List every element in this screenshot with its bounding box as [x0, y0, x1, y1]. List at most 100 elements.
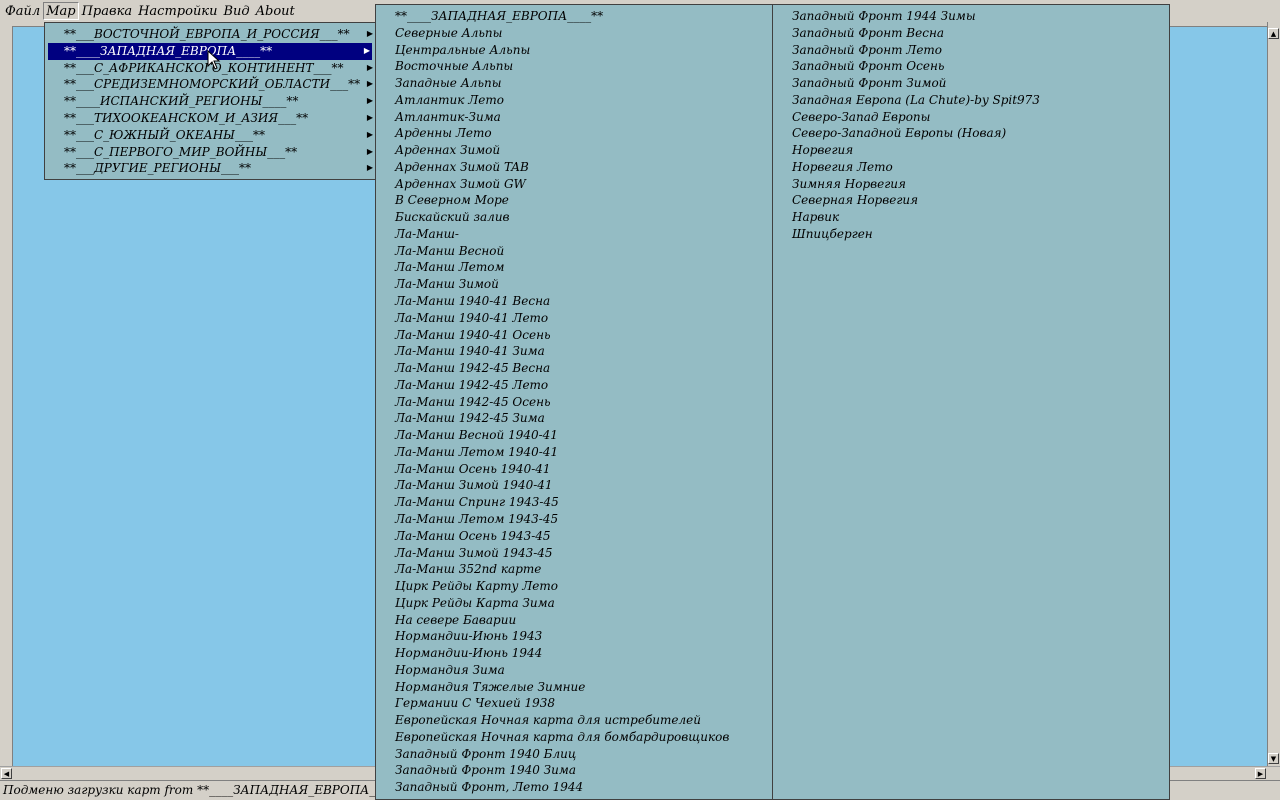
map-menu-item[interactable]: Ла-Манш Зимой 1940-41	[376, 477, 772, 494]
map-menu-item[interactable]: Нормандия Зима	[376, 662, 772, 679]
map-menu-item[interactable]: Нарвик	[773, 209, 1169, 226]
menu-item-label: **___ВОСТОЧНОЙ_ЕВРОПА_И_РОССИЯ___**	[64, 27, 350, 41]
map-menu-item[interactable]: Ла-Манш 1942-45 Лето	[376, 377, 772, 394]
map-menu-item[interactable]: Западный Фронт 1940 Блиц	[376, 746, 772, 763]
map-menu-item[interactable]: Зимняя Норвегия	[773, 176, 1169, 193]
scroll-down-button[interactable]: ▼	[1268, 753, 1279, 764]
map-menu-item[interactable]: Арденнах Зимой TAB	[376, 159, 772, 176]
map-menu-item[interactable]: Ла-Манш Летом 1940-41	[376, 444, 772, 461]
map-menu-item[interactable]: Цирк Рейды Карту Лето	[376, 578, 772, 595]
map-menu-item[interactable]: Ла-Манш Весной	[376, 243, 772, 260]
map-menu-item[interactable]: Нормандии-Июнь 1944	[376, 645, 772, 662]
submenu-arrow-icon: ▶	[366, 129, 373, 139]
map-menu-item[interactable]: **____ЗАПАДНАЯ_ЕВРОПА____**	[376, 8, 772, 25]
map-menu-item[interactable]: Ла-Манш Летом 1943-45	[376, 511, 772, 528]
map-menu-item[interactable]: Ла-Манш 1940-41 Зима	[376, 343, 772, 360]
western-europe-submenu-column-2: Западный Фронт 1944 Зимы Западный Фронт В…	[772, 4, 1170, 800]
map-menu-item[interactable]: Центральные Альпы	[376, 42, 772, 59]
menu-file[interactable]: Файл	[2, 2, 43, 20]
menu-item-world-war-one[interactable]: **___С_ПЕРВОГО_МИР_ВОЙНЫ___** ▶	[45, 144, 375, 161]
map-menu-item[interactable]: Северная Норвегия	[773, 192, 1169, 209]
mouse-pointer-icon	[207, 50, 221, 70]
map-menu-item[interactable]: Северо-Западной Европы (Новая)	[773, 125, 1169, 142]
map-menu-item[interactable]: Ла-Манш 1942-45 Весна	[376, 360, 772, 377]
map-menu-item[interactable]: На севере Баварии	[376, 612, 772, 629]
map-menu-item[interactable]: Ла-Манш Осень 1940-41	[376, 461, 772, 478]
map-menu-item[interactable]: Арденны Лето	[376, 125, 772, 142]
map-menu-item[interactable]: Западный Фронт Весна	[773, 25, 1169, 42]
menu-item-other-regions[interactable]: **___ДРУГИЕ_РЕГИОНЫ___** ▶	[45, 160, 375, 177]
menu-item-eastern-europe[interactable]: **___ВОСТОЧНОЙ_ЕВРОПА_И_РОССИЯ___** ▶	[45, 26, 375, 43]
map-menu-item[interactable]: В Северном Море	[376, 192, 772, 209]
map-menu-item[interactable]: Европейская Ночная карта для истребителе…	[376, 712, 772, 729]
map-menu-item[interactable]: Ла-Манш 1940-41 Осень	[376, 327, 772, 344]
map-menu-item[interactable]: Норвегия	[773, 142, 1169, 159]
left-edge	[0, 22, 12, 780]
map-menu-item[interactable]: Ла-Манш-	[376, 226, 772, 243]
map-menu-item[interactable]: Ла-Манш Весной 1940-41	[376, 427, 772, 444]
map-menu-item[interactable]: Восточные Альпы	[376, 58, 772, 75]
menu-item-label: **___ТИХООКЕАНСКОМ_И_АЗИЯ___**	[64, 110, 309, 125]
status-text: Подменю загрузки карт from **____ЗАПАДНА…	[3, 783, 406, 797]
map-menu-item[interactable]: Бискайский залив	[376, 209, 772, 226]
map-menu-item[interactable]: Атлантик Лето	[376, 92, 772, 109]
menu-view[interactable]: Вид	[220, 2, 252, 20]
map-dropdown-menu: **___ВОСТОЧНОЙ_ЕВРОПА_И_РОССИЯ___** ▶ **…	[44, 22, 376, 180]
map-menu-item[interactable]: Ла-Манш 1940-41 Лето	[376, 310, 772, 327]
map-menu-item[interactable]: Ла-Манш 1942-45 Зима	[376, 410, 772, 427]
scroll-left-button[interactable]: ◀	[1, 768, 12, 779]
submenu-arrow-icon: ▶	[366, 96, 373, 106]
menu-item-label: **___СРЕДИЗЕМНОМОРСКИЙ_ОБЛАСТИ___**	[64, 77, 361, 92]
menu-item-spanish-regions[interactable]: **____ИСПАНСКИЙ_РЕГИОНЫ____** ▶	[45, 93, 375, 110]
map-menu-item[interactable]: Ла-Манш Зимой	[376, 276, 772, 293]
menu-item-pacific-asia[interactable]: **___ТИХООКЕАНСКОМ_И_АЗИЯ___** ▶	[45, 110, 375, 127]
menu-item-label: **___С_АФРИКАНСКОГО_КОНТИНЕНТ___**	[64, 60, 344, 75]
menu-about[interactable]: About	[253, 2, 298, 20]
map-menu-item[interactable]: Норвегия Лето	[773, 159, 1169, 176]
map-menu-item[interactable]: Германии С Чехией 1938	[376, 695, 772, 712]
western-europe-submenu-column-1: **____ЗАПАДНАЯ_ЕВРОПА____** Северные Альп…	[375, 4, 773, 800]
map-menu-item[interactable]: Северные Альпы	[376, 25, 772, 42]
map-menu-item[interactable]: Ла-Манш Спринг 1943-45	[376, 494, 772, 511]
map-menu-item[interactable]: Нормандия Тяжелые Зимние	[376, 679, 772, 696]
map-menu-item[interactable]: Цирк Рейды Карта Зима	[376, 595, 772, 612]
menu-edit[interactable]: Правка	[79, 2, 136, 20]
map-menu-item[interactable]: Ла-Манш Зимой 1943-45	[376, 545, 772, 562]
scroll-right-button[interactable]: ▶	[1255, 768, 1266, 779]
map-menu-item[interactable]: Атлантик-Зима	[376, 109, 772, 126]
map-menu-item[interactable]: Ла-Манш Осень 1943-45	[376, 528, 772, 545]
vertical-scrollbar[interactable]: ▲ ▼	[1267, 22, 1280, 780]
submenu-arrow-icon: ▶	[366, 112, 373, 122]
submenu-arrow-icon: ▶	[366, 146, 373, 156]
map-menu-item[interactable]: Западный Фронт 1944 Зимы	[773, 8, 1169, 25]
submenu-arrow-icon: ▶	[366, 29, 373, 38]
map-menu-item[interactable]: Западный Фронт Осень	[773, 58, 1169, 75]
map-menu-item[interactable]: Западный Фронт Зимой	[773, 75, 1169, 92]
submenu-arrow-icon: ▶	[366, 163, 373, 173]
map-menu-item[interactable]: Ла-Манш 1940-41 Весна	[376, 293, 772, 310]
map-menu-item[interactable]: Арденнах Зимой	[376, 142, 772, 159]
map-menu-item[interactable]: Шпицберген	[773, 226, 1169, 243]
map-menu-item[interactable]: Ла-Манш 1942-45 Осень	[376, 394, 772, 411]
map-menu-item[interactable]: Нормандии-Июнь 1943	[376, 628, 772, 645]
scroll-up-button[interactable]: ▲	[1268, 28, 1279, 39]
menu-item-southern-oceans[interactable]: **___С_ЮЖНЫЙ_ОКЕАНЫ___** ▶	[45, 127, 375, 144]
map-menu-item[interactable]: Ла-Манш Летом	[376, 259, 772, 276]
menu-map[interactable]: Мар	[43, 2, 79, 20]
map-menu-item[interactable]: Ла-Манш 352nd карте	[376, 561, 772, 578]
menu-settings[interactable]: Настройки	[135, 2, 220, 20]
map-menu-item[interactable]: Западный Фронт Лето	[773, 42, 1169, 59]
map-menu-item[interactable]: Западная Европа (La Chute)-by Spit973	[773, 92, 1169, 109]
submenu-arrow-icon: ▶	[366, 79, 373, 89]
menu-item-label: **____ИСПАНСКИЙ_РЕГИОНЫ____**	[64, 94, 299, 109]
menu-item-label: **___С_ЮЖНЫЙ_ОКЕАНЫ___**	[64, 127, 265, 142]
submenu-arrow-icon: ▶	[363, 45, 370, 55]
map-menu-item[interactable]: Арденнах Зимой GW	[376, 176, 772, 193]
map-menu-item[interactable]: Западный Фронт, Лето 1944	[376, 779, 772, 796]
map-menu-item[interactable]: Западный Фронт 1940 Зима	[376, 762, 772, 779]
map-menu-item[interactable]: Западные Альпы	[376, 75, 772, 92]
map-menu-item[interactable]: Северо-Запад Европы	[773, 109, 1169, 126]
map-menu-item[interactable]: Европейская Ночная карта для бомбардиров…	[376, 729, 772, 746]
menu-item-label: **____ЗАПАДНАЯ_ЕВРОПА____**	[64, 43, 273, 58]
menu-item-mediterranean[interactable]: **___СРЕДИЗЕМНОМОРСКИЙ_ОБЛАСТИ___** ▶	[45, 76, 375, 93]
